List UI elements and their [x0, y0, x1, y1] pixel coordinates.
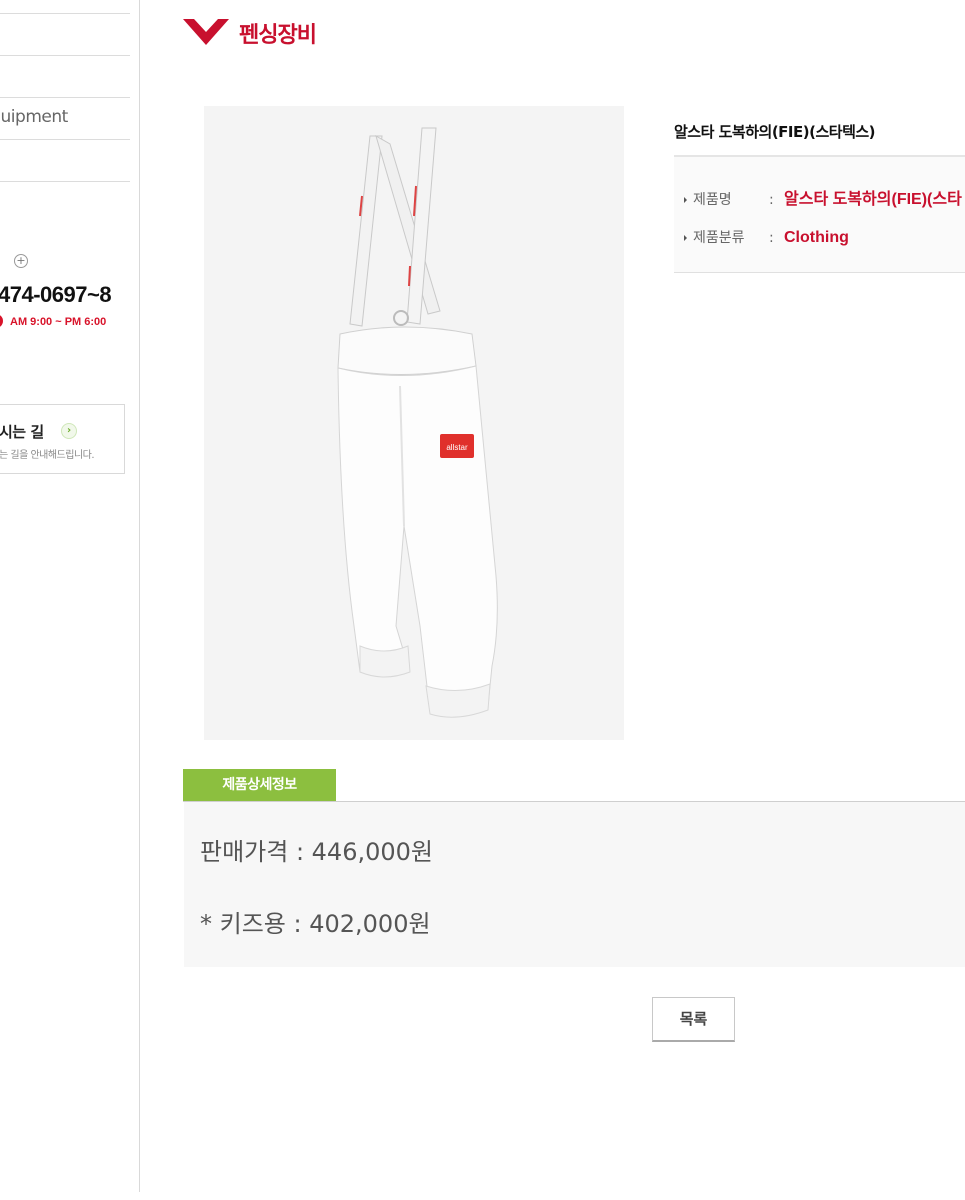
product-name-row: 제품명: 알스타 도복하의(FIE)(스타 — [684, 185, 962, 209]
tab-product-detail[interactable]: 제품상세정보 — [183, 769, 336, 801]
side-menu-item[interactable] — [0, 56, 130, 98]
product-info-box: 제품명: 알스타 도복하의(FIE)(스타 제품분류: Clothing — [674, 155, 965, 273]
sidebar: Equipment + 474-0697~8 AM 9:00 ~ PM 6:00… — [0, 0, 140, 1192]
field-value: Clothing — [784, 229, 849, 246]
field-label: 제품분류 — [693, 230, 745, 246]
business-hours: AM 9:00 ~ PM 6:00 — [10, 316, 107, 328]
logo-icon — [183, 19, 229, 45]
price-text: 판매가격 : 446,000원 — [200, 838, 433, 866]
side-menu-item[interactable] — [0, 140, 130, 182]
field-colon: : — [769, 192, 774, 208]
bullet-arrow-icon — [684, 235, 687, 241]
svg-text:allstar: allstar — [446, 443, 468, 452]
fencing-pants-icon: allstar — [337, 127, 498, 718]
chevron-right-icon: › — [61, 423, 77, 439]
field-label: 제품명 — [693, 192, 732, 208]
side-menu-item[interactable] — [0, 14, 130, 56]
directions-desc: 는 길을 안내해드립니다. — [0, 450, 95, 461]
side-menu-item-equipment[interactable]: Equipment — [0, 98, 130, 140]
product-image: allstar — [204, 106, 624, 740]
clock-icon — [0, 314, 3, 328]
side-menu-item[interactable] — [0, 0, 130, 14]
contact-phone: 474-0697~8 — [0, 282, 112, 307]
product-heading: 알스타 도복하의(FIE)(스타텍스) — [674, 123, 876, 141]
field-colon: : — [769, 230, 774, 246]
side-menu-label: Equipment — [0, 107, 68, 127]
product-detail-box: 판매가격 : 446,000원 * 키즈용 : 402,000원 — [184, 802, 965, 967]
plus-icon[interactable]: + — [14, 254, 28, 268]
page-title: 펜싱장비 — [239, 23, 317, 48]
field-value: 알스타 도복하의(FIE)(스타 — [784, 191, 962, 208]
directions-banner[interactable]: 시는 길 › 는 길을 안내해드립니다. — [0, 404, 125, 474]
bullet-arrow-icon — [684, 197, 687, 203]
list-button[interactable]: 목록 — [652, 997, 735, 1042]
kids-price-text: * 키즈용 : 402,000원 — [200, 910, 431, 938]
product-category-row: 제품분류: Clothing — [684, 227, 849, 247]
directions-title: 시는 길 — [0, 423, 44, 441]
